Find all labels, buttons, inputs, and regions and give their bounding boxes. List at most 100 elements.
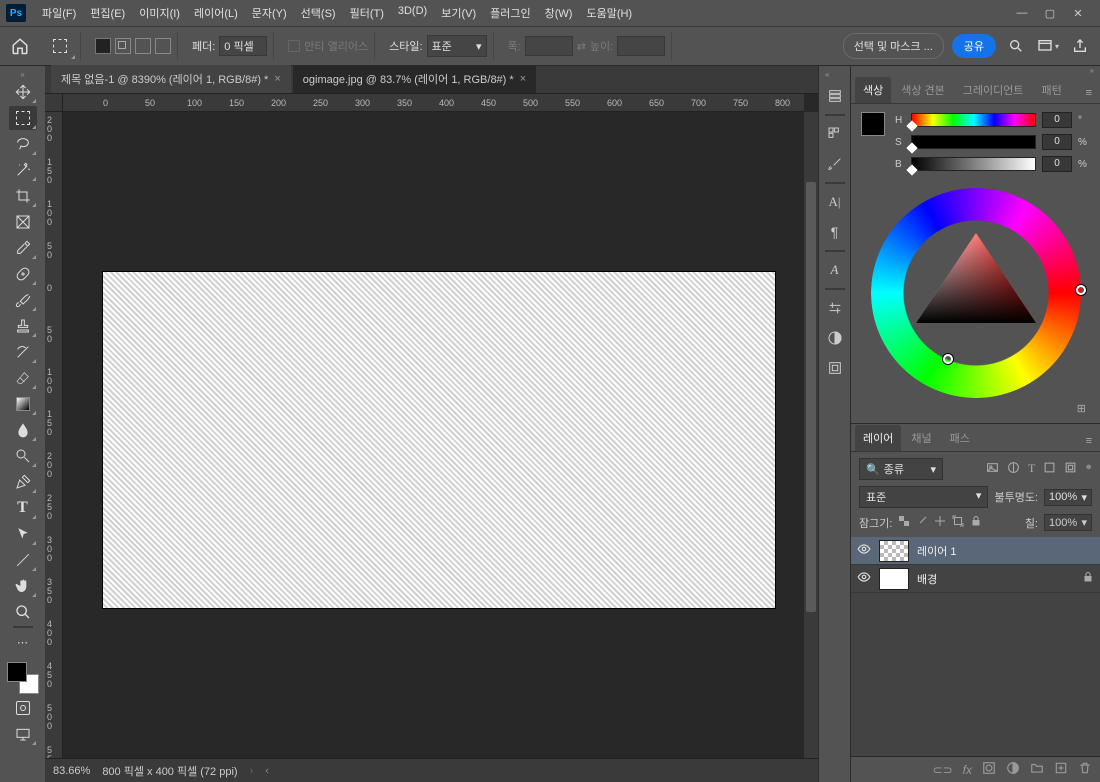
opacity-input[interactable]: 100%▾ xyxy=(1044,489,1092,506)
status-arrow-icon[interactable]: › xyxy=(250,765,254,777)
filter-adjust-icon[interactable] xyxy=(1007,461,1020,477)
tab-close-icon[interactable]: × xyxy=(274,73,280,85)
share-button[interactable]: 공유 xyxy=(952,34,996,58)
panels-collapse-handle[interactable]: » xyxy=(851,66,1100,76)
panel-tab[interactable]: 그레이디언트 xyxy=(955,77,1032,103)
vertical-scrollbar[interactable] xyxy=(804,112,818,758)
lock-icon[interactable] xyxy=(1082,571,1094,586)
slider-value-input[interactable]: 0 xyxy=(1042,112,1072,128)
hand-tool[interactable] xyxy=(9,574,37,598)
select-and-mask-button[interactable]: 선택 및 마스크 ... xyxy=(843,33,944,59)
filter-type-icon[interactable]: T xyxy=(1028,461,1035,477)
delete-layer-icon[interactable] xyxy=(1078,761,1092,778)
move-tool[interactable] xyxy=(9,80,37,104)
lock-artboard-icon[interactable] xyxy=(952,515,964,530)
panel-tab[interactable]: 채널 xyxy=(903,425,939,451)
visibility-icon[interactable] xyxy=(857,542,871,559)
hue-marker[interactable] xyxy=(1076,285,1086,295)
crop-tool[interactable] xyxy=(9,184,37,208)
status-chevron-icon[interactable]: ‹ xyxy=(265,765,269,777)
quick-mask-button[interactable] xyxy=(9,696,37,720)
visibility-icon[interactable] xyxy=(857,570,871,587)
sb-marker[interactable] xyxy=(943,354,953,364)
document-tab[interactable]: ogimage.jpg @ 83.7% (레이어 1, RGB/8#) *× xyxy=(293,65,536,93)
menu-item[interactable]: 파일(F) xyxy=(36,1,82,25)
menu-item[interactable]: 이미지(I) xyxy=(133,1,186,25)
home-button[interactable] xyxy=(8,34,32,58)
style-select[interactable]: 표준▾ xyxy=(427,35,487,57)
shape-tool[interactable] xyxy=(9,548,37,572)
vertical-ruler[interactable]: 2001501005005010015020025030035040045050… xyxy=(45,112,63,758)
menu-item[interactable]: 선택(S) xyxy=(295,1,342,25)
edit-toolbar-button[interactable]: ⋯ xyxy=(9,630,37,654)
menu-item[interactable]: 레이어(L) xyxy=(188,1,244,25)
path-select-tool[interactable] xyxy=(9,522,37,546)
screen-mode-button[interactable] xyxy=(9,722,37,746)
type-tool[interactable]: T xyxy=(9,496,37,520)
menu-item[interactable]: 도움말(H) xyxy=(580,1,638,25)
panel-icon-swatches[interactable] xyxy=(823,122,847,146)
adjustment-layer-icon[interactable] xyxy=(1006,761,1020,778)
history-brush-tool[interactable] xyxy=(9,340,37,364)
lasso-tool[interactable] xyxy=(9,132,37,156)
color-wheel[interactable] xyxy=(871,188,1081,398)
link-layers-icon[interactable]: ⊂⊃ xyxy=(933,763,953,777)
current-color-swatch[interactable] xyxy=(861,112,885,136)
lock-transparency-icon[interactable] xyxy=(898,515,910,530)
maximize-button[interactable]: ▢ xyxy=(1042,5,1058,21)
menu-item[interactable]: 창(W) xyxy=(539,1,579,25)
filter-shape-icon[interactable] xyxy=(1043,461,1056,477)
blur-tool[interactable] xyxy=(9,418,37,442)
menu-item[interactable]: 플러그인 xyxy=(484,1,536,25)
selection-new-icon[interactable] xyxy=(95,38,111,54)
search-icon[interactable] xyxy=(1004,34,1028,58)
eyedropper-tool[interactable] xyxy=(9,236,37,260)
canvas[interactable] xyxy=(63,112,804,758)
filter-smart-icon[interactable] xyxy=(1064,461,1077,477)
document-tab[interactable]: 제목 없음-1 @ 8390% (레이어 1, RGB/8#) *× xyxy=(51,65,291,93)
menu-item[interactable]: 문자(Y) xyxy=(246,1,293,25)
layer-thumbnail[interactable] xyxy=(879,568,909,590)
frame-tool[interactable] xyxy=(9,210,37,234)
pen-tool[interactable] xyxy=(9,470,37,494)
brush-tool[interactable] xyxy=(9,288,37,312)
export-icon[interactable] xyxy=(1068,34,1092,58)
slider-value-input[interactable]: 0 xyxy=(1042,134,1072,150)
tab-close-icon[interactable]: × xyxy=(520,73,526,85)
filter-toggle-icon[interactable]: ● xyxy=(1085,461,1092,477)
panel-icon-character[interactable]: A| xyxy=(823,190,847,214)
new-layer-icon[interactable] xyxy=(1054,761,1068,778)
eraser-tool[interactable] xyxy=(9,366,37,390)
panel-tab[interactable]: 패스 xyxy=(942,425,978,451)
panel-tab[interactable]: 색상 xyxy=(855,77,891,103)
panel-tab[interactable]: 레이어 xyxy=(855,425,901,451)
panel-icon-styles[interactable] xyxy=(823,326,847,350)
layer-style-icon[interactable]: fx xyxy=(963,763,972,777)
marquee-tool-icon[interactable] xyxy=(46,34,74,58)
fill-input[interactable]: 100%▾ xyxy=(1044,514,1092,531)
color-slider[interactable] xyxy=(911,157,1036,171)
layer-name[interactable]: 레이어 1 xyxy=(917,543,957,559)
artboard[interactable] xyxy=(103,272,775,608)
marquee-tool[interactable] xyxy=(9,106,37,130)
selection-add-icon[interactable] xyxy=(115,38,131,54)
lock-position-icon[interactable] xyxy=(934,515,946,530)
workspace-icon[interactable]: ▾ xyxy=(1036,34,1060,58)
layer-item[interactable]: 배경 xyxy=(851,565,1100,593)
minimize-button[interactable]: — xyxy=(1014,5,1030,21)
menu-item[interactable]: 편집(E) xyxy=(84,1,131,25)
menu-item[interactable]: 필터(T) xyxy=(344,1,390,25)
panel-tab[interactable]: 패턴 xyxy=(1034,77,1070,103)
lock-all-icon[interactable] xyxy=(970,515,982,530)
ruler-origin[interactable] xyxy=(45,94,63,112)
menu-item[interactable]: 보기(V) xyxy=(435,1,482,25)
zoom-tool[interactable] xyxy=(9,600,37,624)
panel-icon-glyphs[interactable]: A xyxy=(823,258,847,282)
layer-mask-icon[interactable] xyxy=(982,761,996,778)
color-slider[interactable] xyxy=(911,113,1036,127)
color-slider[interactable] xyxy=(911,135,1036,149)
layer-group-icon[interactable] xyxy=(1030,761,1044,778)
scrollbar-thumb[interactable] xyxy=(806,182,816,612)
lock-pixels-icon[interactable] xyxy=(916,515,928,530)
panel-icon-adjustments[interactable] xyxy=(823,296,847,320)
